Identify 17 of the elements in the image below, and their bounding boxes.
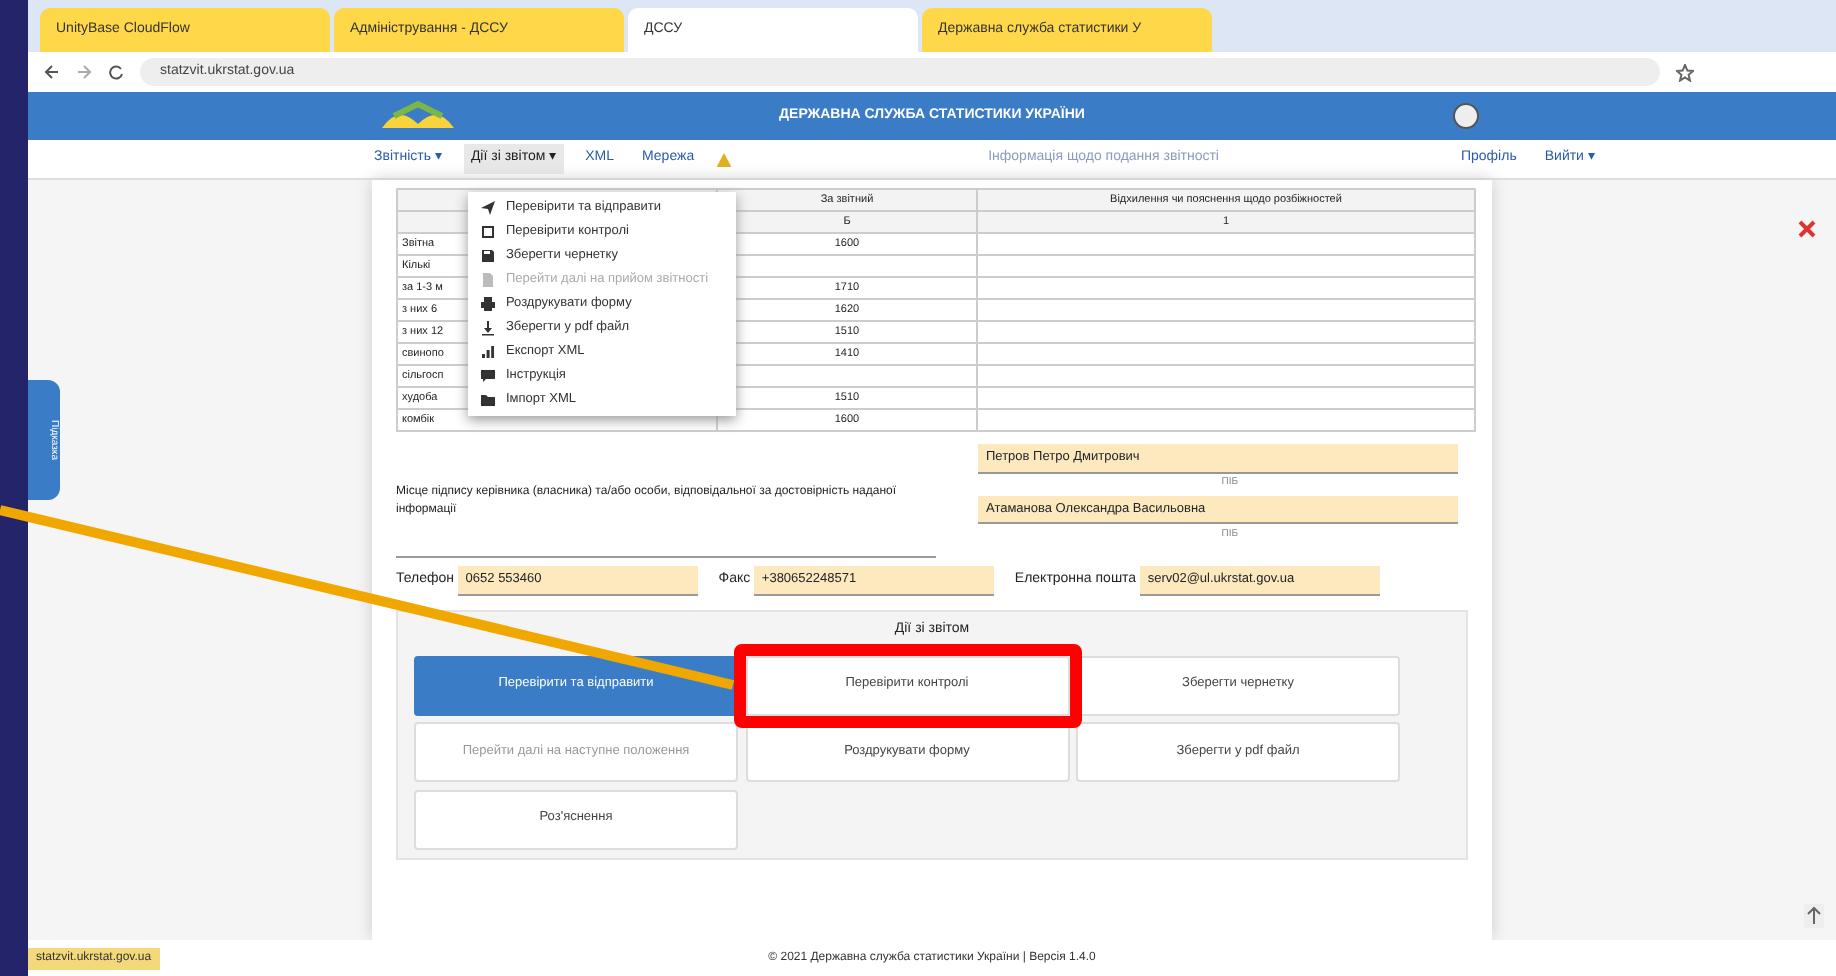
- logo-icon: [378, 100, 458, 132]
- scroll-up-icon[interactable]: [1804, 904, 1824, 928]
- reload-icon[interactable]: [108, 64, 124, 80]
- back-icon[interactable]: [44, 64, 60, 80]
- printer-icon: [480, 296, 496, 312]
- chart-icon: [480, 344, 496, 360]
- emblem-icon: [1452, 102, 1480, 130]
- send-icon: [480, 200, 496, 216]
- chat-icon: [480, 368, 496, 384]
- floppy-icon: [480, 248, 496, 264]
- warning-icon: [716, 151, 733, 167]
- star-icon[interactable]: [1676, 63, 1694, 81]
- checkbox-icon: [480, 224, 496, 240]
- close-icon[interactable]: [1798, 220, 1816, 238]
- folder-icon: [480, 392, 496, 408]
- document-icon: [480, 272, 496, 288]
- download-icon: [480, 320, 496, 336]
